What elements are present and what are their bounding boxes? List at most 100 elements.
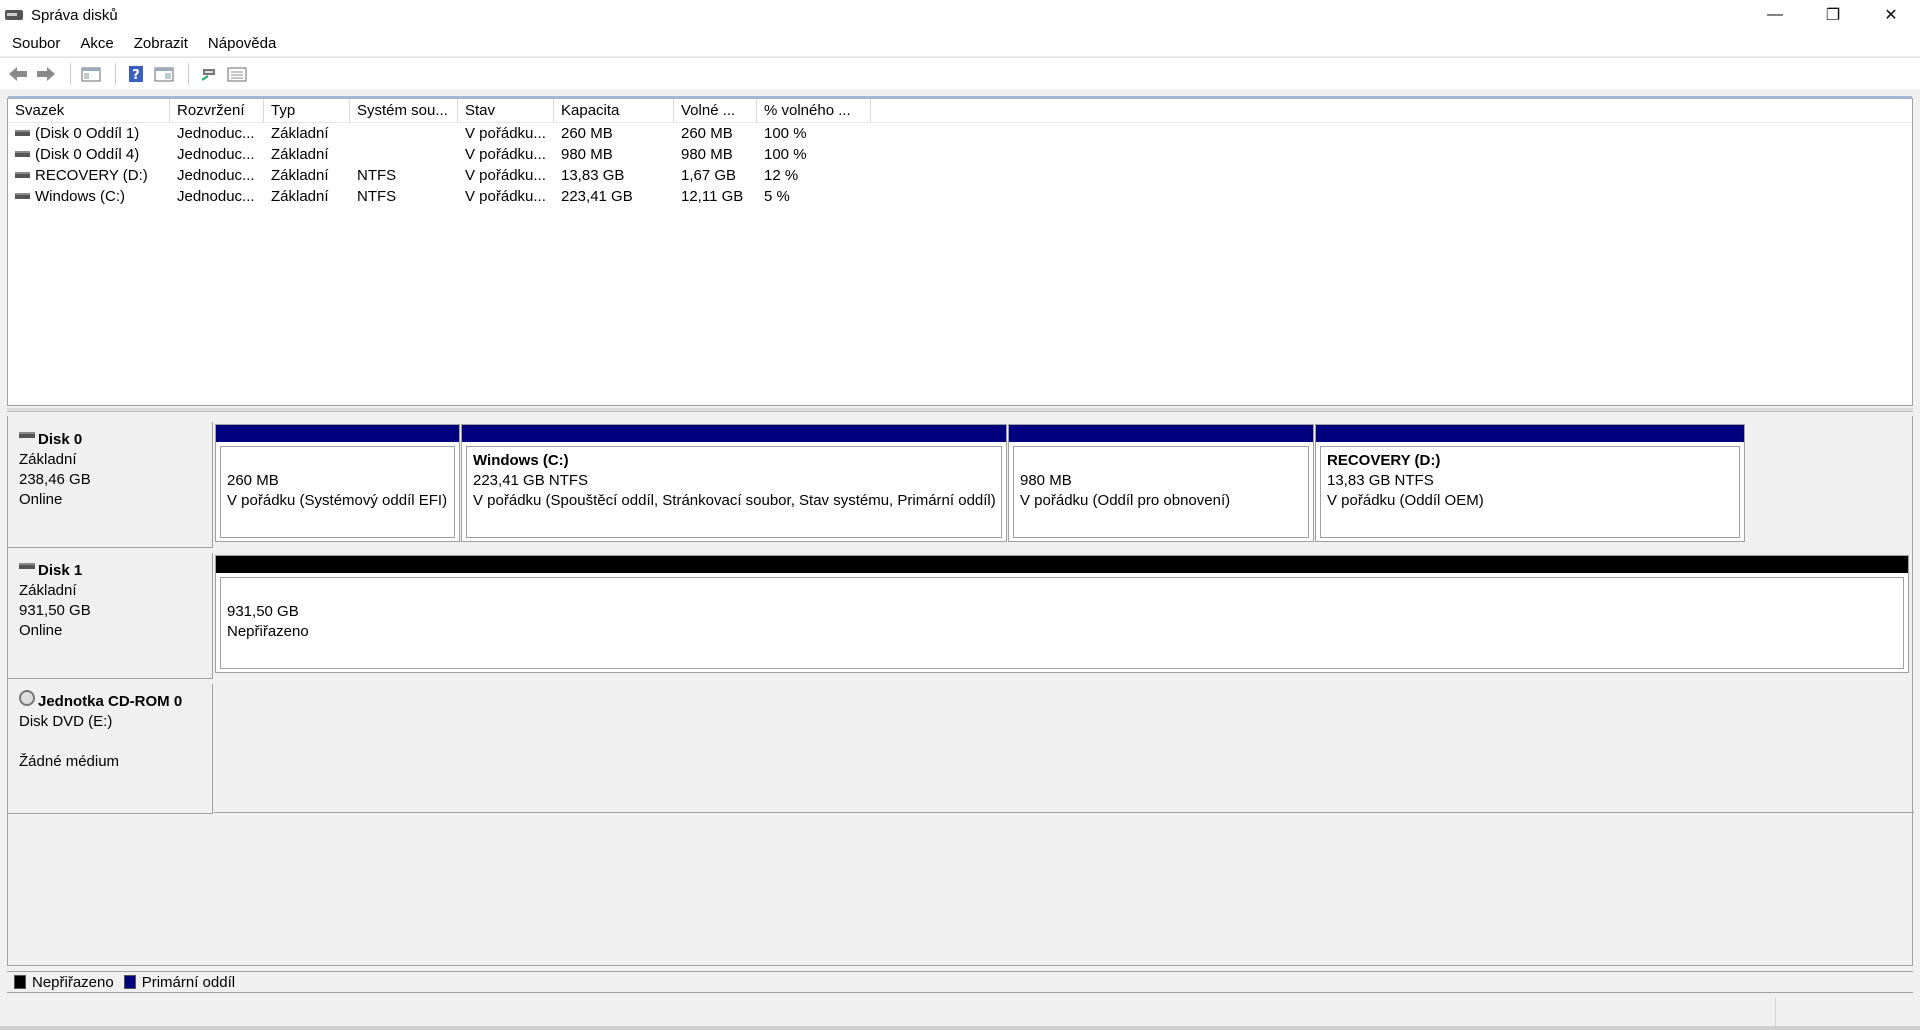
percent-free-cell: 100 %	[764, 146, 807, 163]
capacity-cell: 223,41 GB	[561, 188, 633, 205]
list-view-button[interactable]	[225, 62, 249, 86]
svg-text:?: ?	[132, 68, 140, 83]
disk-layout-pane: Disk 0 Základní 238,46 GB Online 260 MB …	[7, 416, 1914, 966]
disk-type: Disk DVD (E:)	[19, 713, 113, 730]
volume-name: Windows (C:)	[35, 188, 126, 205]
percent-free-cell: 5 %	[764, 188, 790, 205]
partition-disk-1-unallocated[interactable]: 931,50 GB Nepřiřazeno	[215, 555, 1909, 673]
volume-icon	[15, 171, 30, 178]
disk-management-app-icon	[5, 7, 23, 23]
partition-details: 260 MB V pořádku (Systémový oddíl EFI)	[220, 446, 455, 538]
legend-label: Nepřiřazeno	[32, 973, 114, 991]
window-title: Správa disků	[31, 6, 118, 24]
partition-disk-0-windows[interactable]: Windows (C:) 223,41 GB NTFS V pořádku (S…	[461, 424, 1007, 542]
volume-row[interactable]: RECOVERY (D:) Jednoduc... Základní NTFS …	[8, 165, 1912, 186]
type-cell: Základní	[271, 167, 329, 184]
properties-button[interactable]	[152, 62, 176, 86]
properties-icon	[154, 67, 174, 81]
layout-cell: Jednoduc...	[177, 188, 255, 205]
volume-list-top-border	[8, 96, 1912, 99]
column-header-type[interactable]: Typ	[264, 99, 350, 122]
disk-row-disk-1: Disk 1 Základní 931,50 GB Online 931,50 …	[8, 553, 1914, 679]
disk-name: Disk 0	[38, 431, 83, 448]
volume-list[interactable]: Svazek Rozvržení Typ Systém sou... Stav …	[7, 96, 1913, 406]
status-bar-separator	[1775, 998, 1776, 1028]
minimize-button[interactable]: —	[1746, 0, 1804, 30]
menu-napoveda[interactable]: Nápověda	[200, 35, 284, 52]
disk-info-disk-0[interactable]: Disk 0 Základní 238,46 GB Online	[8, 422, 213, 548]
percent-free-cell: 12 %	[764, 167, 799, 184]
toolbar-separator	[70, 62, 71, 85]
capacity-cell: 13,83 GB	[561, 167, 625, 184]
capacity-cell: 980 MB	[561, 146, 613, 163]
type-cell: Základní	[271, 125, 329, 142]
partition-disk-0-recovery-tools[interactable]: 980 MB V pořádku (Oddíl pro obnovení)	[1008, 424, 1314, 542]
volume-icon	[15, 192, 30, 199]
column-header-status[interactable]: Stav	[458, 99, 554, 122]
show-hide-console-tree-button[interactable]	[79, 62, 103, 86]
window-controls: — ❐ ✕	[1746, 0, 1920, 30]
restore-icon: ❐	[1825, 7, 1841, 24]
disk-name: Jednotka CD-ROM 0	[38, 693, 183, 710]
disk-info-cdrom-0[interactable]: Jednotka CD-ROM 0 Disk DVD (E:) Žádné mé…	[8, 684, 213, 814]
disk-row-disk-0: Disk 0 Základní 238,46 GB Online 260 MB …	[8, 422, 1914, 548]
type-cell: Základní	[271, 188, 329, 205]
back-button[interactable]	[6, 62, 30, 86]
layout-cell: Jednoduc...	[177, 146, 255, 163]
forward-arrow-icon	[37, 66, 55, 81]
disk-name: Disk 1	[38, 562, 83, 579]
column-header-capacity[interactable]: Kapacita	[554, 99, 674, 122]
partition-status: V pořádku (Oddíl pro obnovení)	[1020, 492, 1231, 509]
legend: Nepřiřazeno Primární oddíl	[7, 971, 1913, 993]
primary-partition-bar	[216, 425, 459, 442]
partition-details: 980 MB V pořádku (Oddíl pro obnovení)	[1013, 446, 1309, 538]
free-space-cell: 1,67 GB	[681, 167, 737, 184]
partition-size: 13,83 GB NTFS	[1327, 472, 1434, 489]
menu-akce[interactable]: Akce	[72, 35, 121, 52]
forward-button[interactable]	[34, 62, 58, 86]
menu-zobrazit[interactable]: Zobrazit	[126, 35, 196, 52]
disk-info-disk-1[interactable]: Disk 1 Základní 931,50 GB Online	[8, 553, 213, 679]
volume-row[interactable]: Windows (C:) Jednoduc... Základní NTFS V…	[8, 186, 1912, 207]
file-system-cell: NTFS	[357, 188, 397, 205]
legend-label: Primární oddíl	[141, 973, 236, 991]
partition-disk-0-efi[interactable]: 260 MB V pořádku (Systémový oddíl EFI)	[215, 424, 460, 542]
type-cell: Základní	[271, 146, 329, 163]
column-header-layout[interactable]: Rozvržení	[170, 99, 264, 122]
menu-bar: Soubor Akce Zobrazit Nápověda	[0, 30, 1920, 56]
partition-status: Nepřiřazeno	[227, 623, 309, 640]
volume-name-cell: (Disk 0 Oddíl 4)	[8, 144, 170, 165]
primary-partition-bar	[462, 425, 1006, 442]
volume-name: RECOVERY (D:)	[35, 167, 148, 184]
pane-splitter[interactable]	[7, 408, 1913, 412]
window-bottom-border	[0, 1026, 1920, 1030]
partition-name	[227, 451, 454, 471]
column-header-free-space[interactable]: Volné ...	[674, 99, 757, 122]
column-header-percent-free[interactable]: % volného ...	[757, 99, 871, 122]
menu-soubor[interactable]: Soubor	[4, 35, 68, 52]
partition-size: 980 MB	[1020, 472, 1072, 489]
legend-item-unallocated: Nepřiřazeno	[14, 974, 114, 991]
partition-name: RECOVERY (D:)	[1327, 452, 1441, 469]
toolbar-separator	[115, 62, 116, 85]
status-cell: V pořádku...	[465, 125, 546, 142]
partition-status: V pořádku (Spouštěcí oddíl, Stránkovací …	[473, 492, 996, 509]
volume-row[interactable]: (Disk 0 Oddíl 1) Jednoduc... Základní V …	[8, 123, 1912, 144]
partition-status: V pořádku (Oddíl OEM)	[1327, 492, 1484, 509]
volume-row[interactable]: (Disk 0 Oddíl 4) Jednoduc... Základní V …	[8, 144, 1912, 165]
volume-name-cell: RECOVERY (D:)	[8, 165, 170, 186]
partition-size: 260 MB	[227, 472, 279, 489]
connect-button[interactable]	[197, 62, 221, 86]
column-header-volume[interactable]: Svazek	[8, 99, 170, 122]
close-button[interactable]: ✕	[1862, 0, 1920, 30]
hard-disk-icon	[19, 432, 35, 439]
partition-disk-0-recovery-d[interactable]: RECOVERY (D:) 13,83 GB NTFS V pořádku (O…	[1315, 424, 1745, 542]
free-space-cell: 980 MB	[681, 146, 733, 163]
restore-button[interactable]: ❐	[1804, 0, 1862, 30]
column-header-file-system[interactable]: Systém sou...	[350, 99, 458, 122]
list-view-icon	[227, 67, 247, 81]
capacity-cell: 260 MB	[561, 125, 613, 142]
disk-size: 238,46 GB	[19, 471, 91, 488]
legend-item-primary: Primární oddíl	[123, 973, 236, 991]
help-button[interactable]: ?	[124, 62, 148, 86]
